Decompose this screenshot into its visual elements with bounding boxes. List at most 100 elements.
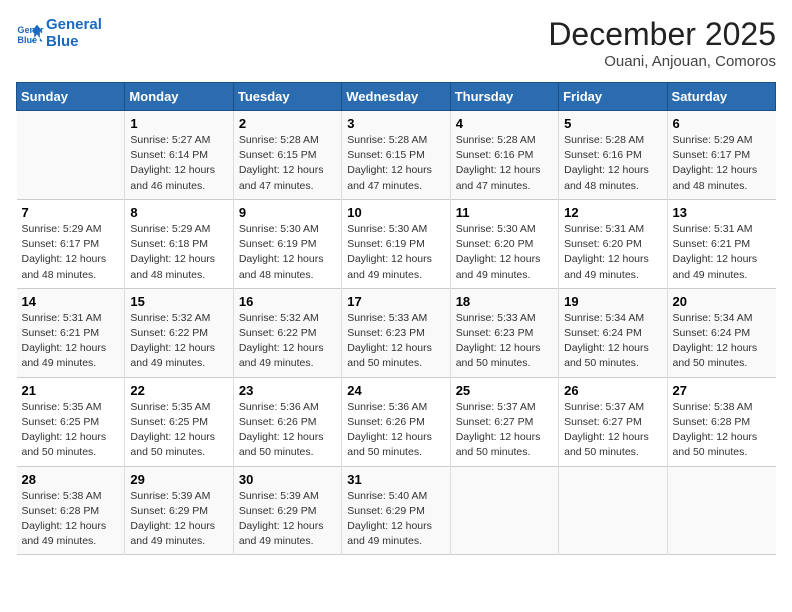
header-thursday: Thursday — [450, 83, 558, 111]
day-number: 9 — [239, 205, 336, 220]
day-number: 14 — [22, 294, 120, 309]
day-number: 16 — [239, 294, 336, 309]
week-row-5: 28 Sunrise: 5:38 AM Sunset: 6:28 PM Dayli… — [17, 466, 776, 555]
calendar-cell — [17, 111, 125, 200]
header-friday: Friday — [559, 83, 667, 111]
calendar-cell: 17 Sunrise: 5:33 AM Sunset: 6:23 PM Dayli… — [342, 288, 450, 377]
day-number: 8 — [130, 205, 227, 220]
header-monday: Monday — [125, 83, 233, 111]
page-subtitle: Ouani, Anjouan, Comoros — [548, 53, 776, 70]
calendar-cell: 16 Sunrise: 5:32 AM Sunset: 6:22 PM Dayli… — [233, 288, 341, 377]
calendar-header-row: SundayMondayTuesdayWednesdayThursdayFrid… — [17, 83, 776, 111]
page-title: December 2025 — [548, 16, 776, 53]
day-number: 15 — [130, 294, 227, 309]
calendar-cell: 22Sunrise: 5:35 AM Sunset: 6:25 PM Dayli… — [125, 377, 233, 466]
day-info: Sunrise: 5:33 AM Sunset: 6:23 PM Dayligh… — [347, 311, 444, 372]
day-info: Sunrise: 5:29 AM Sunset: 6:17 PM Dayligh… — [22, 222, 120, 283]
calendar-cell: 25 Sunrise: 5:37 AM Sunset: 6:27 PM Dayli… — [450, 377, 558, 466]
day-info: Sunrise: 5:33 AM Sunset: 6:23 PM Dayligh… — [456, 311, 553, 372]
day-number: 22 — [130, 383, 227, 398]
calendar-cell: 31 Sunrise: 5:40 AM Sunset: 6:29 PM Dayli… — [342, 466, 450, 555]
day-info: Sunrise: 5:38 AM Sunset: 6:28 PM Dayligh… — [22, 489, 120, 550]
day-info: Sunrise: 5:37 AM Sunset: 6:27 PM Dayligh… — [456, 400, 553, 461]
day-info: Sunrise: 5:34 AM Sunset: 6:24 PM Dayligh… — [673, 311, 771, 372]
day-number: 1 — [130, 116, 227, 131]
day-number: 31 — [347, 472, 444, 487]
calendar-cell: 26 Sunrise: 5:37 AM Sunset: 6:27 PM Dayli… — [559, 377, 667, 466]
day-info: Sunrise: 5:39 AM Sunset: 6:29 PM Dayligh… — [239, 489, 336, 550]
day-number: 10 — [347, 205, 444, 220]
day-number: 26 — [564, 383, 661, 398]
day-number: 20 — [673, 294, 771, 309]
title-block: December 2025 Ouani, Anjouan, Comoros — [548, 16, 776, 70]
day-number: 19 — [564, 294, 661, 309]
calendar-cell: 28 Sunrise: 5:38 AM Sunset: 6:28 PM Dayli… — [17, 466, 125, 555]
header-tuesday: Tuesday — [233, 83, 341, 111]
calendar-cell: 4 Sunrise: 5:28 AM Sunset: 6:16 PM Daylig… — [450, 111, 558, 200]
day-info: Sunrise: 5:31 AM Sunset: 6:21 PM Dayligh… — [22, 311, 120, 372]
day-number: 28 — [22, 472, 120, 487]
day-info: Sunrise: 5:28 AM Sunset: 6:16 PM Dayligh… — [456, 133, 553, 194]
header-sunday: Sunday — [17, 83, 125, 111]
logo: General Blue General Blue — [16, 16, 102, 50]
day-number: 24 — [347, 383, 444, 398]
calendar-cell: 11 Sunrise: 5:30 AM Sunset: 6:20 PM Dayli… — [450, 199, 558, 288]
day-number: 30 — [239, 472, 336, 487]
day-info: Sunrise: 5:30 AM Sunset: 6:19 PM Dayligh… — [239, 222, 336, 283]
calendar-table: SundayMondayTuesdayWednesdayThursdayFrid… — [16, 82, 776, 555]
day-number: 23 — [239, 383, 336, 398]
week-row-2: 7 Sunrise: 5:29 AM Sunset: 6:17 PM Daylig… — [17, 199, 776, 288]
calendar-cell: 7 Sunrise: 5:29 AM Sunset: 6:17 PM Daylig… — [17, 199, 125, 288]
day-number: 29 — [130, 472, 227, 487]
day-info: Sunrise: 5:40 AM Sunset: 6:29 PM Dayligh… — [347, 489, 444, 550]
day-info: Sunrise: 5:32 AM Sunset: 6:22 PM Dayligh… — [130, 311, 227, 372]
day-info: Sunrise: 5:30 AM Sunset: 6:19 PM Dayligh… — [347, 222, 444, 283]
calendar-cell: 6 Sunrise: 5:29 AM Sunset: 6:17 PM Daylig… — [667, 111, 775, 200]
day-info: Sunrise: 5:30 AM Sunset: 6:20 PM Dayligh… — [456, 222, 553, 283]
week-row-3: 14 Sunrise: 5:31 AM Sunset: 6:21 PM Dayli… — [17, 288, 776, 377]
day-number: 4 — [456, 116, 553, 131]
calendar-cell: 30 Sunrise: 5:39 AM Sunset: 6:29 PM Dayli… — [233, 466, 341, 555]
day-info: Sunrise: 5:28 AM Sunset: 6:15 PM Dayligh… — [239, 133, 336, 194]
day-info: Sunrise: 5:28 AM Sunset: 6:15 PM Dayligh… — [347, 133, 444, 194]
header-wednesday: Wednesday — [342, 83, 450, 111]
calendar-cell: 20 Sunrise: 5:34 AM Sunset: 6:24 PM Dayli… — [667, 288, 775, 377]
calendar-cell: 24 Sunrise: 5:36 AM Sunset: 6:26 PM Dayli… — [342, 377, 450, 466]
day-info: Sunrise: 5:35 AM Sunset: 6:25 PM Dayligh… — [22, 400, 120, 461]
day-number: 3 — [347, 116, 444, 131]
calendar-cell: 12 Sunrise: 5:31 AM Sunset: 6:20 PM Dayli… — [559, 199, 667, 288]
day-number: 27 — [673, 383, 771, 398]
header-saturday: Saturday — [667, 83, 775, 111]
calendar-cell: 10 Sunrise: 5:30 AM Sunset: 6:19 PM Dayli… — [342, 199, 450, 288]
day-info: Sunrise: 5:31 AM Sunset: 6:20 PM Dayligh… — [564, 222, 661, 283]
day-number: 11 — [456, 205, 553, 220]
day-info: Sunrise: 5:36 AM Sunset: 6:26 PM Dayligh… — [347, 400, 444, 461]
calendar-cell: 29Sunrise: 5:39 AM Sunset: 6:29 PM Dayli… — [125, 466, 233, 555]
day-number: 12 — [564, 205, 661, 220]
day-info: Sunrise: 5:38 AM Sunset: 6:28 PM Dayligh… — [673, 400, 771, 461]
calendar-cell: 8Sunrise: 5:29 AM Sunset: 6:18 PM Daylig… — [125, 199, 233, 288]
calendar-cell: 9 Sunrise: 5:30 AM Sunset: 6:19 PM Daylig… — [233, 199, 341, 288]
day-number: 13 — [673, 205, 771, 220]
day-info: Sunrise: 5:28 AM Sunset: 6:16 PM Dayligh… — [564, 133, 661, 194]
day-info: Sunrise: 5:32 AM Sunset: 6:22 PM Dayligh… — [239, 311, 336, 372]
day-number: 2 — [239, 116, 336, 131]
day-number: 7 — [22, 205, 120, 220]
week-row-1: 1Sunrise: 5:27 AM Sunset: 6:14 PM Daylig… — [17, 111, 776, 200]
day-number: 17 — [347, 294, 444, 309]
day-info: Sunrise: 5:31 AM Sunset: 6:21 PM Dayligh… — [673, 222, 771, 283]
calendar-cell: 23Sunrise: 5:36 AM Sunset: 6:26 PM Dayli… — [233, 377, 341, 466]
day-number: 25 — [456, 383, 553, 398]
calendar-cell — [450, 466, 558, 555]
calendar-cell — [667, 466, 775, 555]
calendar-cell: 2 Sunrise: 5:28 AM Sunset: 6:15 PM Daylig… — [233, 111, 341, 200]
day-number: 6 — [673, 116, 771, 131]
day-info: Sunrise: 5:29 AM Sunset: 6:17 PM Dayligh… — [673, 133, 771, 194]
day-number: 18 — [456, 294, 553, 309]
calendar-cell: 13 Sunrise: 5:31 AM Sunset: 6:21 PM Dayli… — [667, 199, 775, 288]
logo-text: General Blue — [46, 16, 102, 50]
calendar-cell: 18 Sunrise: 5:33 AM Sunset: 6:23 PM Dayli… — [450, 288, 558, 377]
day-info: Sunrise: 5:37 AM Sunset: 6:27 PM Dayligh… — [564, 400, 661, 461]
day-info: Sunrise: 5:34 AM Sunset: 6:24 PM Dayligh… — [564, 311, 661, 372]
page-header: General Blue General Blue December 2025 … — [16, 16, 776, 70]
